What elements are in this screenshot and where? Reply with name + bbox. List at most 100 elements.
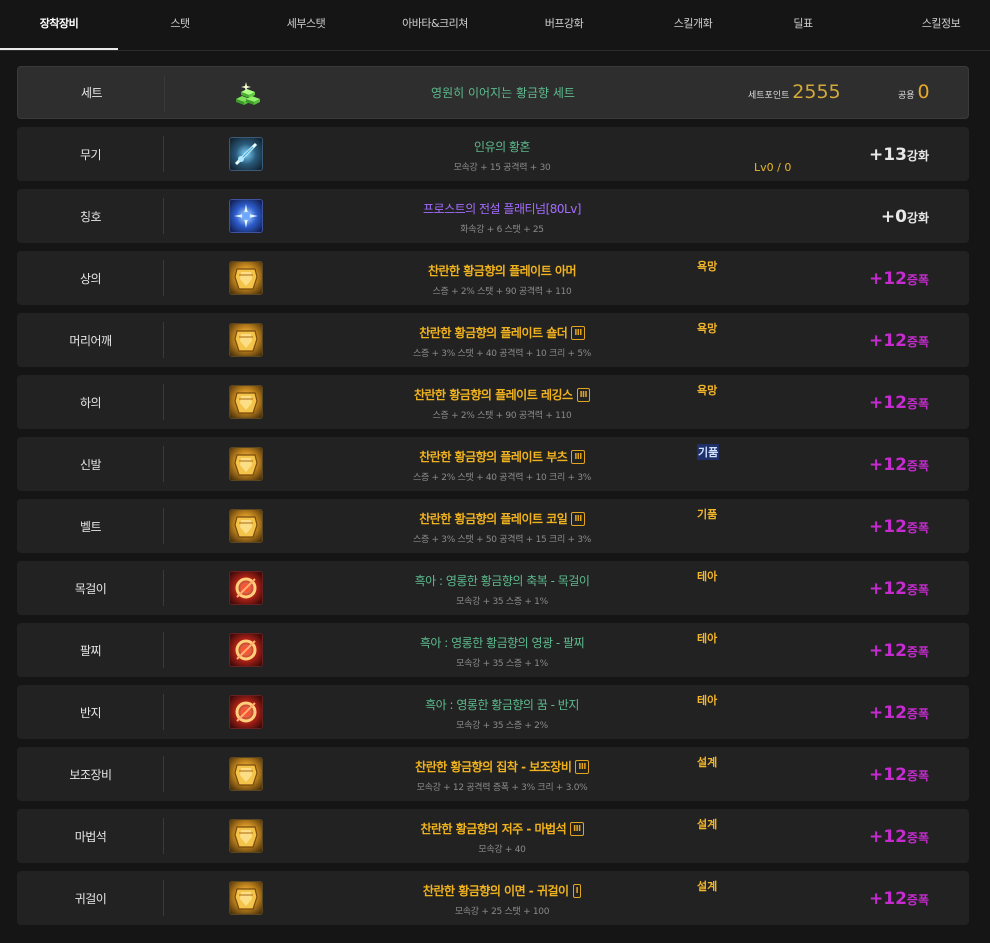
enhance-number: +12 bbox=[869, 703, 907, 723]
equipment-row[interactable]: 칭호 프로스트의 전설 플래티넘[80Lv] 화속강 + 6 스탯 + 25 +0강화 bbox=[17, 189, 969, 243]
option-tag: 기품 bbox=[697, 508, 718, 521]
enhance-number: +12 bbox=[869, 455, 907, 475]
slot-label: 머리어깨 bbox=[69, 333, 112, 348]
slot-label: 칭호 bbox=[79, 209, 102, 224]
option-tag: 욕망 bbox=[697, 260, 718, 273]
enhance-number: +12 bbox=[869, 827, 907, 847]
equipment-row[interactable]: 목걸이 흑아 : 영롱한 황금향의 축복 - 목걸이 모속강 + 35 스증 + 1… bbox=[17, 561, 969, 615]
enhance-value: +12증폭 bbox=[869, 889, 929, 909]
item-name[interactable]: 흑아 : 영롱한 황금향의 축복 - 목걸이 bbox=[415, 572, 590, 589]
item-stats: 모속강 + 40 bbox=[478, 845, 526, 855]
item-stats: 스증 + 2% 스탯 + 90 공격력 + 110 bbox=[432, 287, 572, 297]
tab-1[interactable]: 스탯 bbox=[118, 0, 242, 50]
equipment-row[interactable]: 무기 인유의 황혼 모속강 + 15 공격력 + 30 Lv0 / 0 +13강화 bbox=[17, 127, 969, 181]
enhance-value: +12증폭 bbox=[869, 827, 929, 847]
magic-stone-icon[interactable] bbox=[229, 819, 263, 853]
option-tag: 설계 bbox=[697, 880, 718, 893]
equipment-row[interactable]: 머리어깨 찬란한 황금향의 플레이트 숄더 III 스증 + 3% 스탯 + 40 공… bbox=[17, 313, 969, 367]
item-name[interactable]: 찬란한 황금향의 플레이트 코일 III bbox=[419, 510, 585, 527]
equipment-row[interactable]: 신발 찬란한 황금향의 플레이트 부츠 III 스증 + 2% 스탯 + 40 공격력… bbox=[17, 437, 969, 491]
tab-5[interactable]: 스킬개화 bbox=[634, 0, 752, 50]
item-info: 찬란한 황금향의 플레이트 숄더 III 스증 + 3% 스탯 + 40 공격력 +… bbox=[317, 322, 687, 359]
tab-2[interactable]: 세부스탯 bbox=[247, 0, 365, 50]
divider bbox=[163, 322, 164, 358]
item-name[interactable]: 찬란한 황금향의 이면 - 귀걸이 I bbox=[423, 882, 582, 899]
tab-0[interactable]: 장착장비 bbox=[0, 0, 118, 50]
gold-bars-icon bbox=[230, 77, 264, 111]
item-stats: 모속강 + 35 스증 + 2% bbox=[456, 721, 548, 731]
item-name[interactable]: 흑아 : 영롱한 황금향의 영광 - 팔찌 bbox=[420, 634, 585, 651]
item-name[interactable]: 흑아 : 영롱한 황금향의 꿈 - 반지 bbox=[425, 696, 579, 713]
equipment-row[interactable]: 반지 흑아 : 영롱한 황금향의 꿈 - 반지 모속강 + 35 스증 + 2% 테아… bbox=[17, 685, 969, 739]
slot-label: 목걸이 bbox=[74, 581, 107, 596]
item-info: 찬란한 황금향의 저주 - 마법석 III 모속강 + 40 bbox=[317, 818, 687, 855]
option-tag: 테아 bbox=[697, 694, 718, 707]
equipment-row[interactable]: 팔찌 흑아 : 영롱한 황금향의 영광 - 팔찌 모속강 + 35 스증 + 1% 테… bbox=[17, 623, 969, 677]
tab-4[interactable]: 버프강화 bbox=[505, 0, 623, 50]
item-stats: 모속강 + 35 스증 + 1% bbox=[456, 659, 548, 669]
tab-6[interactable]: 딜표 bbox=[763, 0, 843, 50]
slot-label: 세트 bbox=[80, 86, 103, 100]
necklace-icon[interactable] bbox=[229, 571, 263, 605]
item-name[interactable]: 찬란한 황금향의 플레이트 숄더 III bbox=[419, 324, 585, 341]
equipment-row[interactable]: 마법석 찬란한 황금향의 저주 - 마법석 III 모속강 + 40 설계 +12증폭 bbox=[17, 809, 969, 863]
slot-label: 보조장비 bbox=[69, 767, 112, 782]
item-name-text: 찬란한 황금향의 플레이트 레깅스 bbox=[413, 388, 573, 402]
ring-icon[interactable] bbox=[229, 695, 263, 729]
enhance-value: +12증폭 bbox=[869, 641, 929, 661]
tab-3[interactable]: 아바타&크리쳐 bbox=[376, 0, 494, 50]
bracelet-icon[interactable] bbox=[229, 633, 263, 667]
item-info: 찬란한 황금향의 플레이트 코일 III 스증 + 3% 스탯 + 50 공격력 +… bbox=[317, 508, 687, 545]
item-name[interactable]: 찬란한 황금향의 집착 - 보조장비 III bbox=[415, 758, 589, 775]
equipment-row[interactable]: 보조장비 찬란한 황금향의 집착 - 보조장비 III 모속강 + 12 공격력 증폭… bbox=[17, 747, 969, 801]
shoulder-icon[interactable] bbox=[229, 323, 263, 357]
item-name[interactable]: 찬란한 황금향의 플레이트 부츠 III bbox=[419, 448, 585, 465]
item-name[interactable]: 찬란한 황금향의 플레이트 아머 bbox=[428, 262, 577, 279]
item-info: 흑아 : 영롱한 황금향의 축복 - 목걸이 모속강 + 35 스증 + 1% bbox=[317, 570, 687, 607]
divider bbox=[163, 632, 164, 668]
boots-icon[interactable] bbox=[229, 447, 263, 481]
enhance-unit: 증폭 bbox=[906, 707, 929, 721]
earring-icon[interactable] bbox=[229, 881, 263, 915]
option-tag: 설계 bbox=[697, 818, 718, 831]
item-name[interactable]: 인유의 황혼 bbox=[474, 138, 531, 155]
leggings-icon[interactable] bbox=[229, 385, 263, 419]
item-name[interactable]: 프로스트의 전설 플래티넘[80Lv] bbox=[423, 200, 582, 217]
equipment-row[interactable]: 귀걸이 찬란한 황금향의 이면 - 귀걸이 I 모속강 + 25 스탯 + 100 설계… bbox=[17, 871, 969, 925]
armor-top-icon[interactable] bbox=[229, 261, 263, 295]
sub-equip-icon[interactable] bbox=[229, 757, 263, 791]
equipment-row[interactable]: 하의 찬란한 황금향의 플레이트 레깅스 III 스증 + 2% 스탯 + 90 공격… bbox=[17, 375, 969, 429]
enhance-number: +12 bbox=[869, 641, 907, 661]
item-name-text: 찬란한 황금향의 플레이트 숄더 bbox=[419, 326, 568, 340]
grade-badge: III bbox=[576, 387, 591, 402]
slot-label: 벨트 bbox=[79, 519, 102, 534]
item-name[interactable]: 찬란한 황금향의 저주 - 마법석 III bbox=[420, 820, 584, 837]
item-info: 흑아 : 영롱한 황금향의 꿈 - 반지모속강 + 35 스증 + 2% bbox=[317, 694, 687, 731]
equipment-row[interactable]: 상의 찬란한 황금향의 플레이트 아머스증 + 2% 스탯 + 90 공격력 + … bbox=[17, 251, 969, 305]
enhance-unit: 증폭 bbox=[906, 521, 929, 535]
item-stats: 화속강 + 6 스탯 + 25 bbox=[460, 225, 544, 235]
equipment-row[interactable]: 벨트 찬란한 황금향의 플레이트 코일 III 스증 + 3% 스탯 + 50 공격력… bbox=[17, 499, 969, 553]
option-tag: 테아 bbox=[697, 570, 718, 583]
weapon-icon[interactable] bbox=[229, 137, 263, 171]
item-name-text: 프로스트의 전설 플래티넘[80Lv] bbox=[423, 202, 582, 216]
title-icon[interactable] bbox=[229, 199, 263, 233]
tab-7[interactable]: 스킬정보 bbox=[892, 0, 990, 50]
item-info: 찬란한 황금향의 이면 - 귀걸이 I 모속강 + 25 스탯 + 100 bbox=[317, 880, 687, 917]
enhance-value: +12증폭 bbox=[869, 703, 929, 723]
grade-badge: III bbox=[571, 511, 585, 526]
slot-label: 상의 bbox=[79, 271, 102, 286]
set-row[interactable]: 세트 영원히 이어지는 황금향 세트 세트포인트 2555 공용 0 bbox=[17, 66, 969, 119]
slot-label: 하의 bbox=[79, 395, 102, 410]
belt-icon[interactable] bbox=[229, 509, 263, 543]
divider bbox=[163, 694, 164, 730]
enhance-number: +12 bbox=[869, 889, 907, 909]
divider bbox=[163, 136, 164, 172]
item-stats: 모속강 + 25 스탯 + 100 bbox=[454, 907, 550, 917]
enhance-unit: 증폭 bbox=[906, 335, 929, 349]
option-tag: 욕망 bbox=[697, 384, 718, 397]
item-name[interactable]: 찬란한 황금향의 플레이트 레깅스 III bbox=[413, 386, 591, 403]
item-stats: 스증 + 2% 스탯 + 40 공격력 + 10 크리 + 3% bbox=[412, 473, 591, 483]
slot-label: 팔찌 bbox=[79, 643, 102, 658]
enhance-unit: 증폭 bbox=[906, 645, 929, 659]
